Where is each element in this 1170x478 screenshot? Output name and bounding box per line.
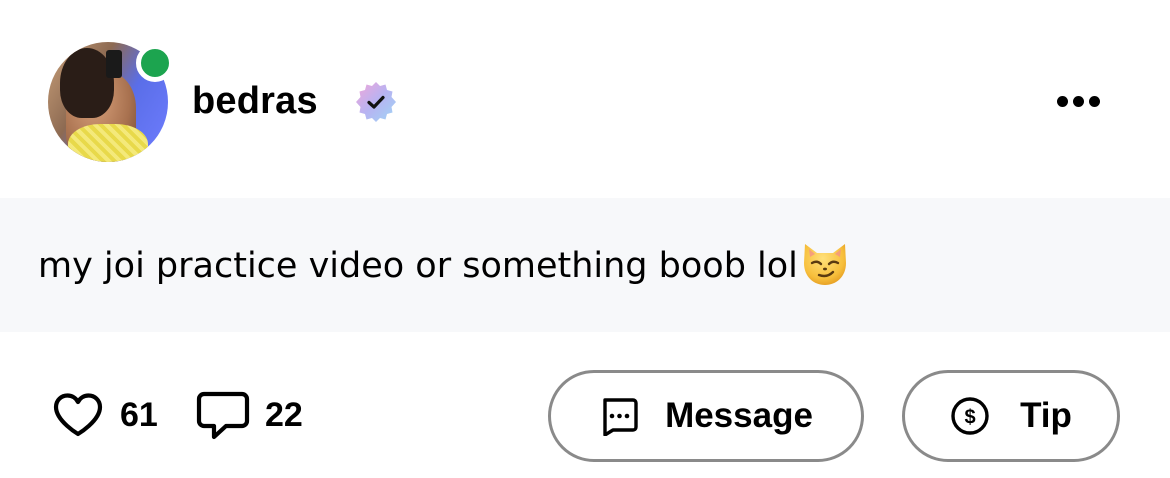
tip-button-label: Tip: [1020, 396, 1072, 435]
verified-badge-icon: [356, 82, 396, 122]
smirking-cat-emoji-icon: [803, 244, 846, 285]
like-count: 61: [120, 396, 158, 434]
post-caption: my joi practice video or something boob …: [38, 242, 850, 290]
online-status-indicator: [136, 44, 174, 82]
more-dot: [1056, 95, 1068, 107]
caption-container: my joi practice video or something boob …: [0, 198, 1170, 332]
svg-text:$: $: [965, 407, 976, 429]
caption-text: my joi practice video or something boob …: [38, 246, 798, 286]
heart-icon[interactable]: [52, 392, 104, 438]
message-button[interactable]: Message: [548, 370, 864, 462]
comment-count: 22: [265, 396, 303, 434]
post-card: bedras my joi practice video or somethin…: [0, 0, 1170, 478]
avatar-dress: [68, 124, 148, 162]
more-dot: [1072, 95, 1084, 107]
more-dot: [1088, 95, 1100, 107]
username[interactable]: bedras: [192, 76, 318, 126]
post-header: bedras: [0, 0, 1170, 198]
more-options-button[interactable]: [1048, 84, 1108, 118]
dollar-coin-icon: $: [951, 397, 989, 435]
message-icon: [603, 398, 638, 436]
avatar[interactable]: [48, 42, 174, 162]
tip-button[interactable]: $ Tip: [902, 370, 1120, 462]
avatar-phone: [106, 50, 122, 78]
comment-icon[interactable]: [196, 390, 250, 442]
post-footer: 61 22 Message $ Tip: [0, 332, 1170, 478]
message-button-label: Message: [665, 396, 813, 435]
